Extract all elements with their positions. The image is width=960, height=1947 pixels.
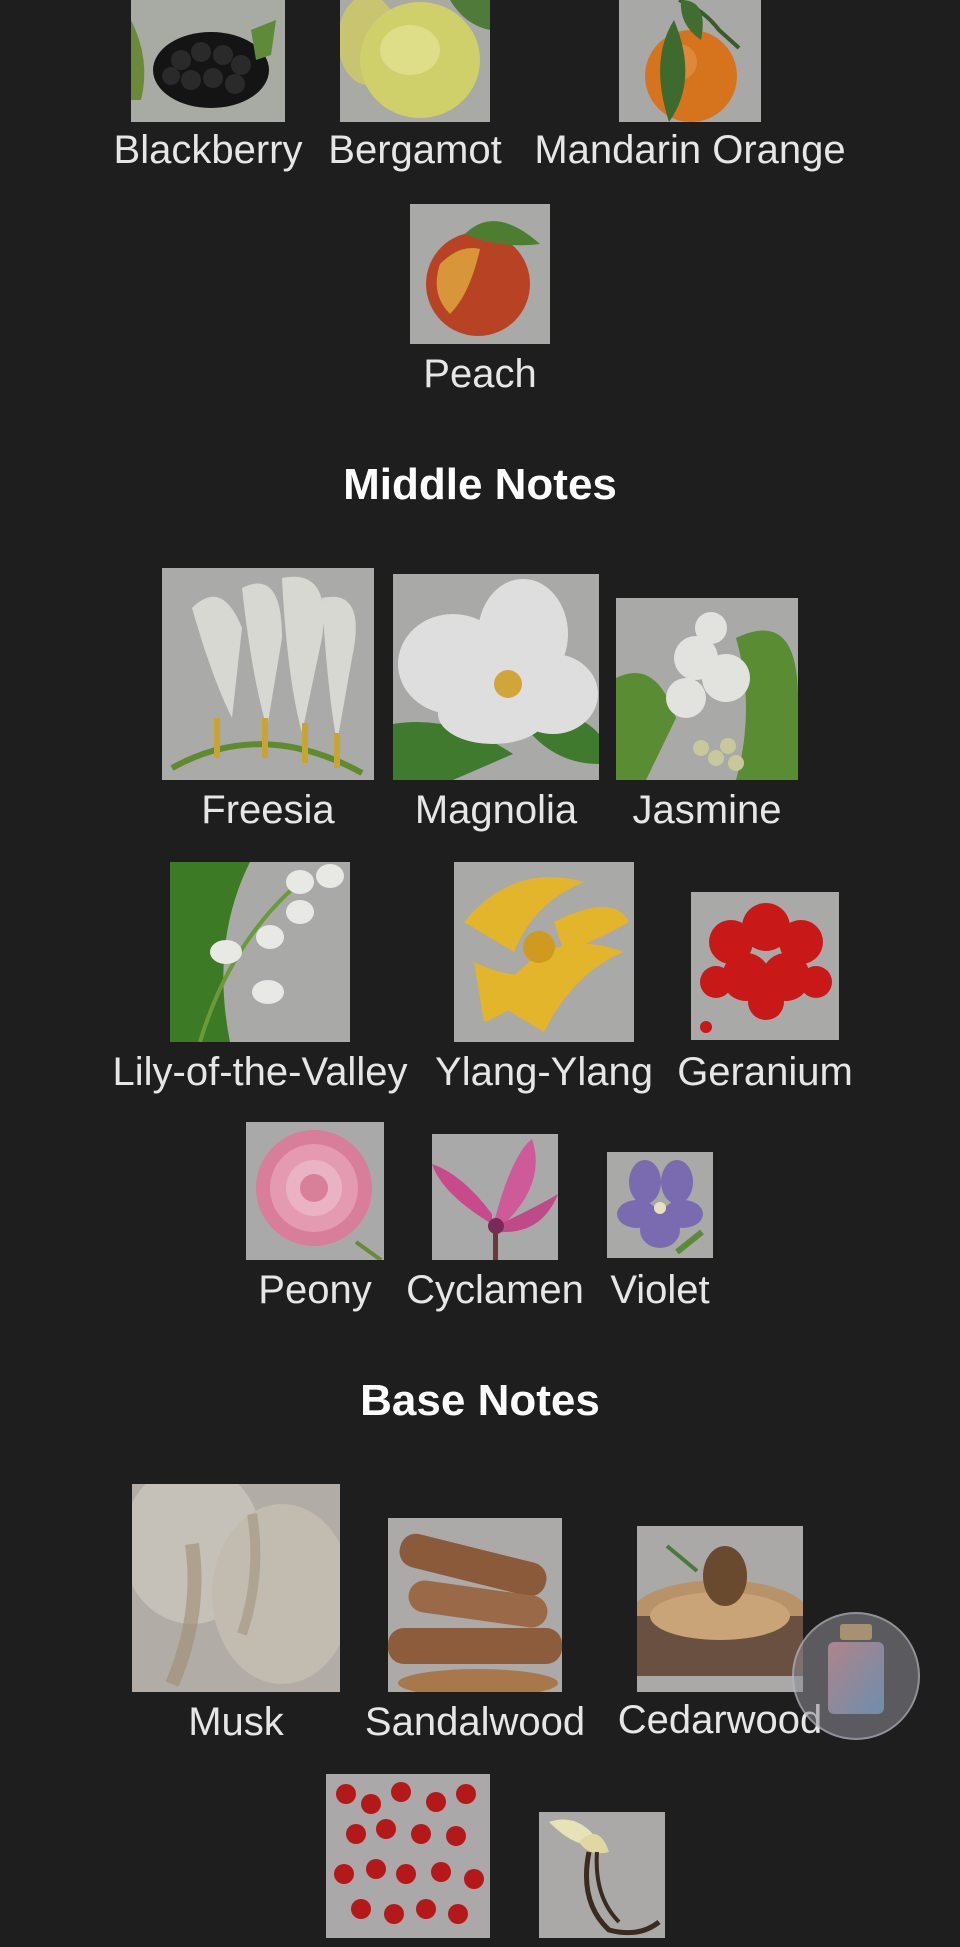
musk-image <box>132 1484 340 1692</box>
cyclamen-image <box>432 1134 558 1260</box>
note-vanilla[interactable] <box>538 1812 666 1947</box>
note-peony[interactable]: Peony <box>240 1122 390 1322</box>
freesia-image <box>162 568 374 780</box>
note-label: Peony <box>258 1268 372 1312</box>
note-label: Blackberry <box>113 128 303 172</box>
violet-image <box>607 1152 713 1258</box>
note-bergamot[interactable]: Bergamot <box>320 0 510 180</box>
note-label: Geranium <box>677 1050 853 1094</box>
note-freesia[interactable]: Freesia <box>162 568 374 838</box>
note-jasmine[interactable]: Jasmine <box>614 598 800 838</box>
peony-image <box>246 1122 384 1260</box>
note-label: Magnolia <box>414 788 578 832</box>
note-musk[interactable]: Musk <box>126 1484 346 1754</box>
note-lily-of-the-valley[interactable]: Lily-of-the-Valley <box>100 862 420 1102</box>
note-label: Peach <box>423 352 537 396</box>
note-mandarin-orange[interactable]: Mandarin Orange <box>520 0 860 180</box>
note-blackberry[interactable]: Blackberry <box>100 0 316 180</box>
peach-image <box>410 204 550 344</box>
note-cyclamen[interactable]: Cyclamen <box>396 1134 594 1322</box>
note-label: Sandalwood <box>364 1700 586 1744</box>
ylang-ylang-image <box>454 862 634 1042</box>
note-label: Cyclamen <box>406 1268 584 1312</box>
lily-of-the-valley-image <box>170 862 350 1042</box>
note-violet[interactable]: Violet <box>600 1152 720 1322</box>
blackberry-image <box>131 0 285 122</box>
perfume-bottle-fab-button[interactable] <box>792 1612 920 1740</box>
sandalwood-image <box>388 1518 562 1692</box>
magnolia-image <box>393 574 599 780</box>
note-pink-pepper[interactable] <box>324 1774 492 1947</box>
jasmine-image <box>616 598 798 780</box>
note-label: Violet <box>610 1268 710 1312</box>
vanilla-image <box>539 1812 665 1938</box>
note-label: Ylang-Ylang <box>435 1050 653 1094</box>
base-notes-heading: Base Notes <box>360 1376 600 1425</box>
note-label: Mandarin Orange <box>534 128 846 172</box>
pink-pepper-image <box>326 1774 490 1938</box>
perfume-bottle-icon <box>828 1624 884 1714</box>
note-label: Lily-of-the-Valley <box>112 1050 408 1094</box>
note-label: Bergamot <box>328 128 502 172</box>
mandarin-orange-image <box>619 0 761 122</box>
note-ylang-ylang[interactable]: Ylang-Ylang <box>430 862 658 1102</box>
note-label: Freesia <box>201 788 335 832</box>
note-sandalwood[interactable]: Sandalwood <box>356 1518 594 1754</box>
middle-notes-heading: Middle Notes <box>343 460 617 509</box>
note-label: Musk <box>188 1700 284 1744</box>
note-label: Jasmine <box>632 788 782 832</box>
geranium-image <box>691 892 839 1040</box>
cedarwood-image <box>637 1526 803 1692</box>
bergamot-image <box>340 0 490 122</box>
note-peach[interactable]: Peach <box>380 204 580 404</box>
note-magnolia[interactable]: Magnolia <box>392 574 600 838</box>
note-geranium[interactable]: Geranium <box>670 892 860 1102</box>
